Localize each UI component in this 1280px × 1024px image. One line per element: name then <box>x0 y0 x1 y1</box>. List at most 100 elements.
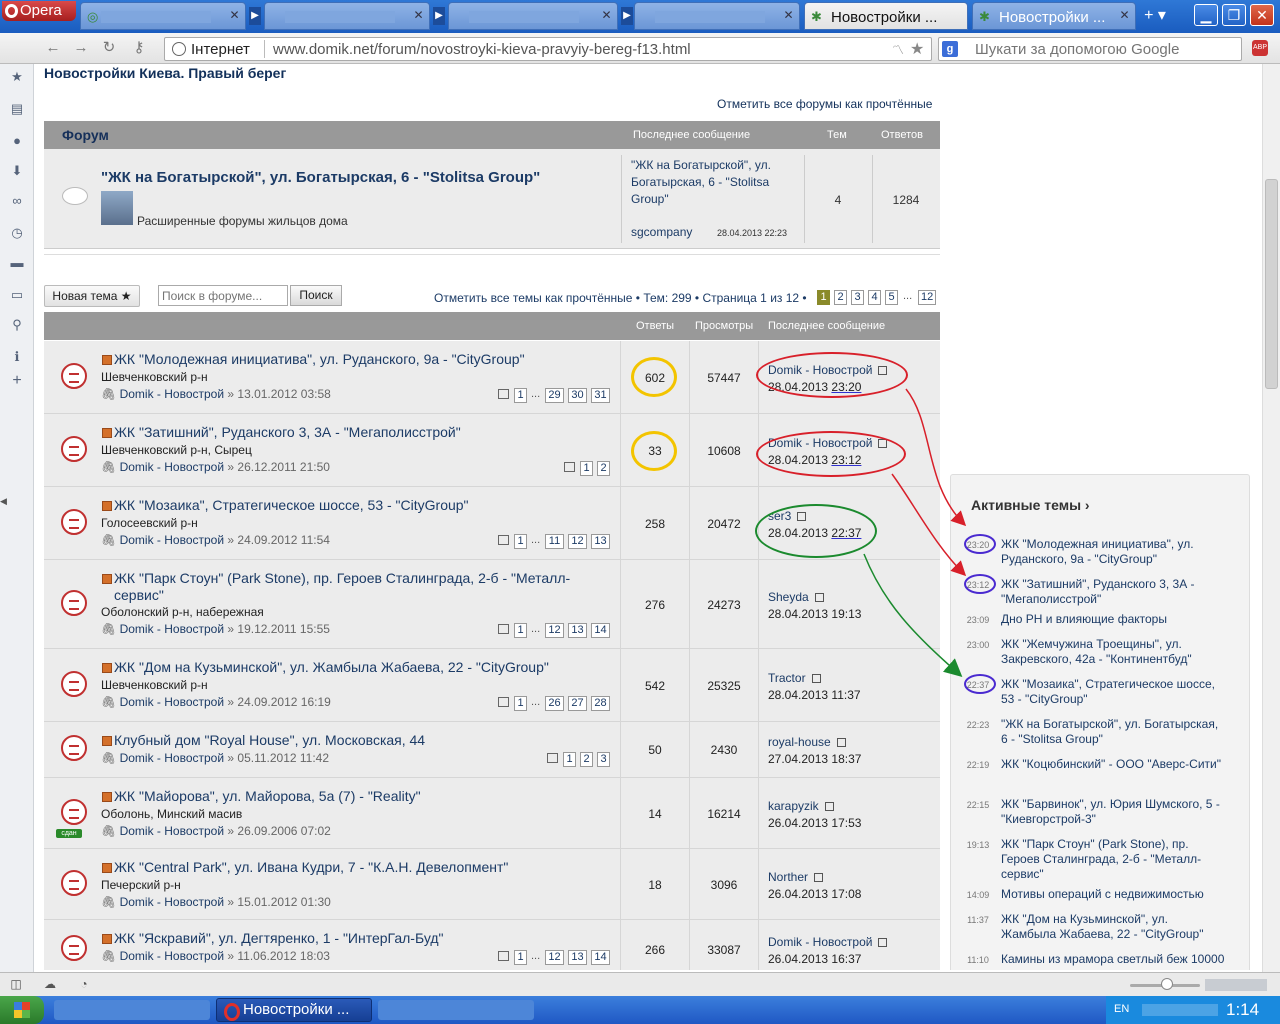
active-topic-link[interactable]: ЖК "Молодежная инициатива", ул. Руданско… <box>1001 537 1226 567</box>
goto-last-post-icon[interactable] <box>824 802 834 812</box>
last-post-user[interactable]: karapyzik <box>768 799 834 813</box>
clock[interactable]: 1:14 <box>1226 1000 1259 1020</box>
active-topic-link[interactable]: Мотивы операций с недвижимостью <box>1001 887 1226 902</box>
last-post-user[interactable]: royal-house <box>768 735 846 749</box>
info-icon[interactable]: ℹ <box>8 348 26 366</box>
new-post-icon[interactable] <box>102 355 112 365</box>
google-icon[interactable]: g <box>942 41 958 57</box>
topic-author-link[interactable]: Domik - Новострой <box>120 751 224 765</box>
history-clock-icon[interactable]: ◷ <box>8 224 26 242</box>
last-post-topic-link[interactable]: "ЖК на Богатырской", ул. Богатырская, 6 … <box>631 157 801 208</box>
last-post-user-link[interactable]: sgcompany <box>631 225 692 239</box>
topic-page-link[interactable]: 1 <box>580 461 593 476</box>
new-post-icon[interactable] <box>102 934 112 944</box>
goto-last-post-icon[interactable] <box>814 873 824 883</box>
active-topic-link[interactable]: ЖК "Коцюбинский" - ООО "Аверс-Сити" <box>1001 757 1226 772</box>
topic-title-link[interactable]: Клубный дом "Royal House", ул. Московска… <box>114 732 425 748</box>
topic-title-link[interactable]: ЖК "Молодежная инициатива", ул. Руданско… <box>114 351 525 367</box>
last-post-user-link[interactable]: royal-house <box>768 735 831 749</box>
active-topic-link[interactable]: ЖК "Барвинок", ул. Юрия Шумского, 5 - "К… <box>1001 797 1226 827</box>
forum-search-input[interactable] <box>158 285 288 306</box>
new-post-icon[interactable] <box>102 663 112 673</box>
adblock-icon[interactable]: ABP <box>1252 40 1268 56</box>
bookmarks-star-icon[interactable]: ★ <box>8 68 26 86</box>
topic-page-link[interactable]: 1 <box>514 696 527 711</box>
contacts-icon[interactable]: ● <box>8 132 26 150</box>
browser-tab[interactable]: ✕ <box>264 2 430 30</box>
new-topic-button[interactable]: Новая тема ★ <box>44 285 140 307</box>
vertical-scrollbar[interactable] <box>1262 64 1280 972</box>
topic-author-link[interactable]: Domik - Новострой <box>120 695 224 709</box>
page-link[interactable]: 12 <box>918 290 937 305</box>
close-tab-icon[interactable]: ✕ <box>600 9 613 22</box>
last-post-user-link[interactable]: karapyzik <box>768 799 819 813</box>
close-window-button[interactable]: ✕ <box>1250 4 1274 26</box>
page-link[interactable]: 3 <box>851 290 864 305</box>
topic-title-link[interactable]: ЖК "Яскравий", ул. Дегтяренко, 1 - "Инте… <box>114 930 444 946</box>
topic-page-link[interactable]: 2 <box>597 461 610 476</box>
topic-page-link[interactable]: 31 <box>591 388 610 403</box>
zoom-slider-handle[interactable] <box>1161 978 1173 990</box>
pagination-info[interactable]: Отметить все темы как прочтённые • Тем: … <box>434 291 807 305</box>
search-icon[interactable]: ⚲ <box>8 316 26 334</box>
active-topic-link[interactable]: Камины из мрамора светлый беж 10000 грн <box>1001 952 1226 970</box>
topic-page-link[interactable]: 11 <box>545 534 564 549</box>
scrollbar-thumb[interactable] <box>1265 179 1278 389</box>
page-link[interactable]: 4 <box>868 290 881 305</box>
close-tab-icon[interactable]: ✕ <box>1118 9 1131 22</box>
topic-page-link[interactable]: 26 <box>545 696 564 711</box>
tab-scroll-right-icon[interactable]: ▶ <box>249 7 261 25</box>
topic-title-link[interactable]: ЖК "Майорова", ул. Майорова, 5а (7) - "R… <box>114 788 421 804</box>
topic-title-link[interactable]: ЖК "Затишний", Руданского 3, 3А - "Мегап… <box>114 424 461 440</box>
new-tab-button[interactable]: + ▾ <box>1140 5 1170 27</box>
topic-page-link[interactable]: 3 <box>597 752 610 767</box>
bookmark-star-icon[interactable]: ★ <box>910 39 924 59</box>
browser-tab[interactable]: ✱ Новостройки ... ✕ <box>972 2 1136 30</box>
topic-page-link[interactable]: 12 <box>545 950 564 965</box>
tab-scroll-right-icon[interactable]: ▶ <box>621 7 633 25</box>
address-field[interactable]: Інтернет www.domik.net/forum/novostroyki… <box>164 37 932 61</box>
page-link[interactable]: 2 <box>834 290 847 305</box>
browser-tab-active[interactable]: ✱ Новостройки ... <box>804 2 968 30</box>
add-panel-icon[interactable]: + <box>8 372 26 390</box>
last-post-user-link[interactable]: Sheyda <box>768 590 809 604</box>
collapse-panel-icon[interactable]: ◀ <box>0 496 7 507</box>
chat-icon[interactable]: ▬ <box>8 254 26 272</box>
browser-tab[interactable]: ◎ ✕ <box>80 2 246 30</box>
goto-last-post-icon[interactable] <box>878 938 888 948</box>
topic-page-link[interactable]: 28 <box>591 696 610 711</box>
goto-last-post-icon[interactable] <box>811 674 821 684</box>
forum-search-button[interactable]: Поиск <box>290 285 342 306</box>
topic-title-link[interactable]: ЖК "Мозаика", Стратегическое шоссе, 53 -… <box>114 497 469 513</box>
topic-page-link[interactable]: 13 <box>568 950 587 965</box>
active-topics-title[interactable]: Активные темы › <box>971 497 1090 513</box>
opera-menu-button[interactable]: Opera <box>2 1 76 21</box>
topic-page-link[interactable]: 1 <box>514 950 527 965</box>
key-icon[interactable]: ⚷ <box>128 38 150 58</box>
close-tab-icon[interactable]: ✕ <box>782 9 795 22</box>
browser-tab[interactable]: ✕ <box>634 2 800 30</box>
topic-page-link[interactable]: 27 <box>568 696 587 711</box>
language-indicator[interactable]: EN <box>1114 1003 1129 1015</box>
close-tab-icon[interactable]: ✕ <box>228 9 241 22</box>
topic-page-link[interactable]: 30 <box>568 388 587 403</box>
close-tab-icon[interactable]: ✕ <box>412 9 425 22</box>
links-icon[interactable]: ∞ <box>8 192 26 210</box>
topic-page-link[interactable]: 1 <box>514 623 527 638</box>
topic-page-link[interactable]: 12 <box>568 534 587 549</box>
back-icon[interactable]: ← <box>42 38 64 58</box>
minimize-window-button[interactable]: ▁ <box>1194 4 1218 26</box>
tab-scroll-right-icon[interactable]: ▶ <box>433 7 445 25</box>
url-text[interactable]: www.domik.net/forum/novostroyki-kieva-pr… <box>273 41 691 58</box>
notes-icon[interactable]: ▤ <box>8 100 26 118</box>
topic-page-link[interactable]: 13 <box>568 623 587 638</box>
new-post-icon[interactable] <box>102 501 112 511</box>
topic-page-link[interactable]: 2 <box>580 752 593 767</box>
last-post-user-link[interactable]: Tractor <box>768 671 806 685</box>
mark-forums-read-link[interactable]: Отметить все форумы как прочтённые <box>717 97 932 111</box>
last-post-user[interactable]: Sheyda <box>768 590 824 604</box>
last-post-user[interactable]: Domik - Новострой <box>768 935 888 949</box>
active-topic-link[interactable]: ЖК "Жемчужина Троещины", ул. Закревского… <box>1001 637 1226 667</box>
topic-page-link[interactable]: 1 <box>563 752 576 767</box>
subforum-title-link[interactable]: "ЖК на Богатырской", ул. Богатырская, 6 … <box>101 169 540 186</box>
